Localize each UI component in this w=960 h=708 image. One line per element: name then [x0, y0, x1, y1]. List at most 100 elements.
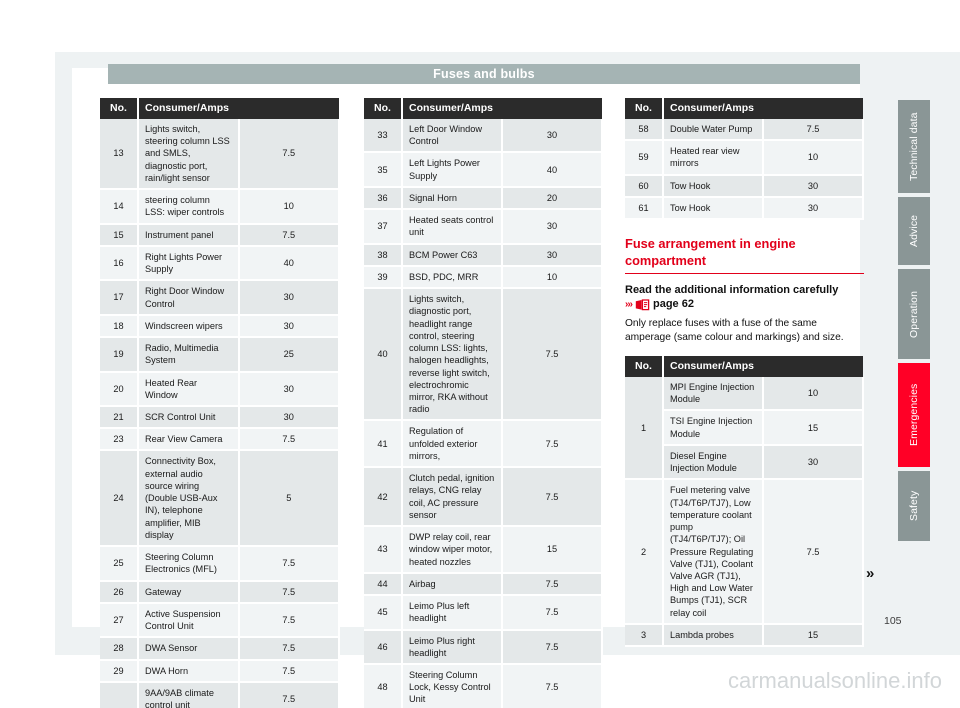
- cell-amps: 30: [238, 314, 340, 339]
- fuse-table-body-1: 13 Lights switch, steering column LSS and…: [100, 119, 340, 708]
- cell-amps: 7.5: [763, 119, 864, 142]
- cell-consumer-name: Clutch pedal, ignition relays, CNG relay…: [402, 467, 503, 528]
- cell-amps: 30: [763, 444, 864, 481]
- cell-amps: 7.5: [502, 288, 603, 422]
- cell-fuse-number: 1: [625, 376, 664, 481]
- cell-fuse-number: 3: [625, 623, 664, 648]
- fuse-table-body-2: 33 Left Door Window Control 30 35 Left Light…: [364, 119, 603, 708]
- cross-reference-text[interactable]: page 62: [653, 298, 694, 310]
- tab-advice[interactable]: Advice: [898, 197, 930, 265]
- table-row: 3 Lambda probes 15: [625, 623, 864, 648]
- cell-fuse-number: 16: [100, 245, 139, 282]
- cell-fuse-number: 15: [100, 223, 139, 247]
- table-row: 58 Double Water Pump 7.5: [625, 119, 864, 142]
- table-row: 40 Lights switch, diagnostic port, headli…: [364, 288, 603, 422]
- cell-consumer-name: Instrument panel: [138, 223, 240, 247]
- cell-consumer-name: Steering Column Electronics (MFL): [138, 546, 240, 582]
- section-subheading: Read the additional information carefull…: [625, 283, 839, 296]
- cell-amps: 7.5: [502, 467, 603, 528]
- cell-fuse-number: 25: [100, 546, 139, 582]
- cell-amps: 30: [502, 243, 603, 267]
- cell-fuse-number: 19: [100, 337, 139, 373]
- cell-amps: 25: [238, 337, 340, 373]
- cell-consumer-name: Regulation of unfolded exterior mirrors,: [402, 420, 503, 469]
- table-header-row: No. Consumer/Amps: [100, 98, 339, 119]
- content-column-1: No. Consumer/Amps 13 Lights switch, steer…: [100, 98, 340, 708]
- table-row: 35 Left Lights Power Supply 40: [364, 152, 603, 188]
- cell-fuse-number: 24: [100, 450, 139, 548]
- table-row: 20 Heated Rear Window 30: [100, 371, 340, 407]
- table-row: 42 Clutch pedal, ignition relays, CNG rel…: [364, 467, 603, 528]
- cell-amps: 30: [238, 405, 340, 430]
- page-number: 105: [884, 615, 902, 627]
- cell-amps: 30: [502, 119, 603, 154]
- cell-consumer-name: Windscreen wipers: [138, 314, 240, 339]
- cell-consumer-name: DWP relay coil, rear window wiper motor,…: [402, 526, 503, 574]
- cell-amps: 7.5: [238, 223, 340, 247]
- cell-amps: 7.5: [238, 119, 340, 191]
- tab-emergencies[interactable]: Emergencies: [898, 363, 930, 467]
- cell-consumer-name: Diesel Engine Injection Module: [663, 444, 764, 481]
- header-no: No.: [625, 98, 664, 119]
- header-no: No.: [100, 98, 139, 119]
- cell-fuse-number: 36: [364, 186, 403, 211]
- cell-fuse-number: 38: [364, 243, 403, 267]
- table-row: 18 Windscreen wipers 30: [100, 314, 340, 339]
- cell-consumer-name: MPI Engine Injection Module: [663, 376, 764, 412]
- content-column-2: No. Consumer/Amps 33 Left Door Window Con…: [364, 98, 603, 708]
- cell-consumer-name: Leimo Plus right headlight: [402, 629, 503, 665]
- cell-amps: 40: [502, 152, 603, 188]
- table-header-row: No. Consumer/Amps: [625, 355, 863, 377]
- header-consumer: Consumer/Amps: [663, 98, 863, 119]
- cell-amps: 10: [763, 376, 864, 412]
- table-row: 16 Right Lights Power Supply 40: [100, 245, 340, 282]
- cell-fuse-number: 13: [100, 119, 139, 191]
- table-row: 17 Right Door Window Control 30: [100, 280, 340, 316]
- cell-consumer-name: Gateway: [138, 580, 240, 604]
- table-row: 45 Leimo Plus left headlight 7.5: [364, 595, 603, 631]
- cell-consumer-name: Airbag: [402, 572, 503, 597]
- cell-fuse-number: 59: [625, 140, 664, 176]
- table-row: 21 SCR Control Unit 30: [100, 405, 340, 430]
- table-row: 25 Steering Column Electronics (MFL) 7.5: [100, 546, 340, 582]
- cell-amps: 20: [502, 186, 603, 211]
- cell-consumer-name: Lights switch, steering column LSS and S…: [138, 119, 240, 191]
- cell-consumer-name: Left Door Window Control: [402, 119, 503, 154]
- tab-technical-data[interactable]: Technical data: [898, 100, 930, 193]
- cell-fuse-number: 2: [625, 479, 664, 625]
- cell-consumer-name: Lambda probes: [663, 623, 764, 648]
- cell-consumer-name: TSI Engine Injection Module: [663, 410, 764, 446]
- table-row: 24 Connectivity Box, external audio sourc…: [100, 450, 340, 548]
- cell-amps: 30: [238, 280, 340, 316]
- running-header: Fuses and bulbs: [108, 64, 860, 84]
- cell-consumer-name: Double Water Pump: [663, 119, 764, 142]
- cell-amps: 30: [763, 174, 864, 198]
- fuse-table-body-3-top: 58 Double Water Pump 7.5 59 Heated rear view…: [625, 119, 864, 221]
- cell-fuse-number: 27: [100, 602, 139, 639]
- content-column-3: No. Consumer/Amps 58 Double Water Pump 7.5…: [625, 98, 864, 648]
- cross-reference-line[interactable]: ››› page 62: [625, 298, 864, 311]
- table-row: 39 BSD, PDC, MRR 10: [364, 265, 603, 290]
- table-row: 2 Fuel metering valve (TJ4/T6P/TJ7), Low …: [625, 479, 864, 625]
- book-page-icon: [635, 299, 650, 311]
- header-consumer: Consumer/Amps: [402, 98, 602, 119]
- section-tabs: Technical data Advice Operation Emergenc…: [898, 100, 930, 545]
- fuse-table-column-3-bottom: No. Consumer/Amps 1 MPI Engine Injection …: [625, 355, 864, 648]
- table-row: 14 steering column LSS: wiper controls 10: [100, 189, 340, 225]
- tab-operation[interactable]: Operation: [898, 269, 930, 359]
- tab-safety[interactable]: Safety: [898, 471, 930, 541]
- cell-amps: 7.5: [502, 629, 603, 665]
- cell-consumer-name: Right Lights Power Supply: [138, 245, 240, 282]
- table-row: 28 DWA Sensor 7.5: [100, 637, 340, 661]
- cell-consumer-name: Heated rear view mirrors: [663, 140, 764, 176]
- table-row: 36 Signal Horn 20: [364, 186, 603, 211]
- table-row: 27 Active Suspension Control Unit 7.5: [100, 602, 340, 639]
- continuation-arrow-icon: »: [866, 565, 874, 582]
- cell-consumer-name: DWA Sensor: [138, 637, 240, 661]
- table-row: 37 Heated seats control unit 30: [364, 209, 603, 245]
- cell-consumer-name: Connectivity Box, external audio source …: [138, 450, 240, 548]
- cell-fuse-number: 35: [364, 152, 403, 188]
- cell-amps: 7.5: [238, 546, 340, 582]
- header-no: No.: [625, 355, 664, 377]
- cell-consumer-name: Heated seats control unit: [402, 209, 503, 245]
